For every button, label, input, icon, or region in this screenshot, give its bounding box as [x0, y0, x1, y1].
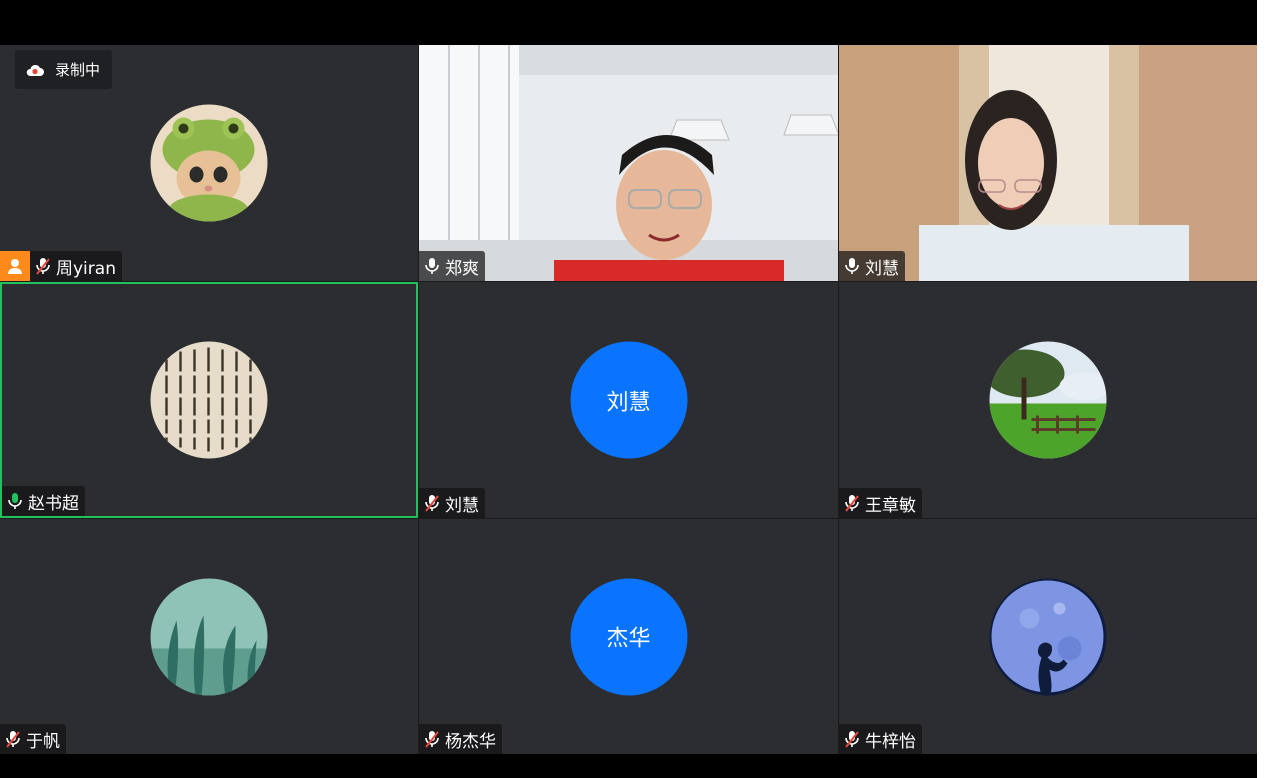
- mic-icon: [425, 258, 439, 274]
- mic-muted-icon: [845, 731, 859, 748]
- participant-tile[interactable]: 刘慧: [839, 45, 1257, 281]
- mic-icon: [845, 258, 859, 274]
- meeting-window: 录制中 周yiran 郑爽 刘慧 赵书超 刘慧 刘慧 王章敏 于帆 杰华 杨杰华…: [0, 0, 1267, 778]
- participant-nametag: 刘慧: [419, 488, 485, 518]
- landscape-avatar: [989, 341, 1107, 459]
- participant-name: 王章敏: [865, 495, 916, 516]
- cat-avatar: [150, 104, 268, 222]
- participant-nametag: 郑爽: [419, 251, 485, 281]
- window-edge: [1257, 0, 1267, 778]
- participant-name: 于帆: [26, 731, 60, 752]
- seaweed-avatar: [150, 578, 268, 695]
- participant-name: 刘慧: [445, 495, 479, 516]
- mic-muted-icon: [6, 731, 20, 748]
- participant-name: 刘慧: [865, 258, 899, 279]
- participant-name: 杨杰华: [445, 731, 496, 752]
- bookshelf-video: [839, 45, 1257, 281]
- participant-tile[interactable]: 王章敏: [839, 282, 1257, 518]
- participant-tile[interactable]: 于帆: [0, 519, 418, 754]
- office-video: [419, 45, 838, 281]
- participant-name: 牛梓怡: [865, 731, 916, 752]
- mic-muted-icon: [425, 495, 439, 512]
- participant-name: 周yiran: [56, 258, 116, 279]
- participant-name: 郑爽: [445, 258, 479, 279]
- user-icon: [8, 259, 22, 274]
- host-badge: [0, 251, 30, 281]
- mic-muted-icon: [36, 258, 50, 275]
- cloud-record-icon: [26, 64, 44, 76]
- initials-avatar: 杰华: [570, 578, 687, 695]
- participant-tile[interactable]: 刘慧 刘慧: [419, 282, 838, 518]
- calligraphy-avatar: [150, 341, 268, 459]
- participant-nametag: 牛梓怡: [839, 724, 922, 754]
- participant-tile[interactable]: 郑爽: [419, 45, 838, 281]
- mic-speaking-icon: [8, 493, 22, 509]
- participant-nametag: 周yiran: [30, 251, 122, 281]
- participant-nametag: 于帆: [0, 724, 66, 754]
- participant-nametag: 杨杰华: [419, 724, 502, 754]
- participant-name: 赵书超: [28, 493, 79, 514]
- moon-avatar: [989, 578, 1107, 695]
- participant-tile[interactable]: 录制中 周yiran: [0, 45, 418, 281]
- participant-nametag: 刘慧: [839, 251, 905, 281]
- participant-tile[interactable]: 牛梓怡: [839, 519, 1257, 754]
- participant-tile[interactable]: 杰华 杨杰华: [419, 519, 838, 754]
- participant-tile-active[interactable]: 赵书超: [0, 282, 418, 518]
- video-grid: 录制中 周yiran 郑爽 刘慧 赵书超 刘慧 刘慧 王章敏 于帆 杰华 杨杰华…: [0, 45, 1257, 754]
- participant-nametag: 王章敏: [839, 488, 922, 518]
- recording-label: 录制中: [55, 61, 101, 79]
- participant-nametag: 赵书超: [2, 486, 85, 516]
- mic-muted-icon: [845, 495, 859, 512]
- initials-avatar: 刘慧: [570, 341, 687, 459]
- recording-indicator[interactable]: 录制中: [15, 50, 113, 89]
- mic-muted-icon: [425, 731, 439, 748]
